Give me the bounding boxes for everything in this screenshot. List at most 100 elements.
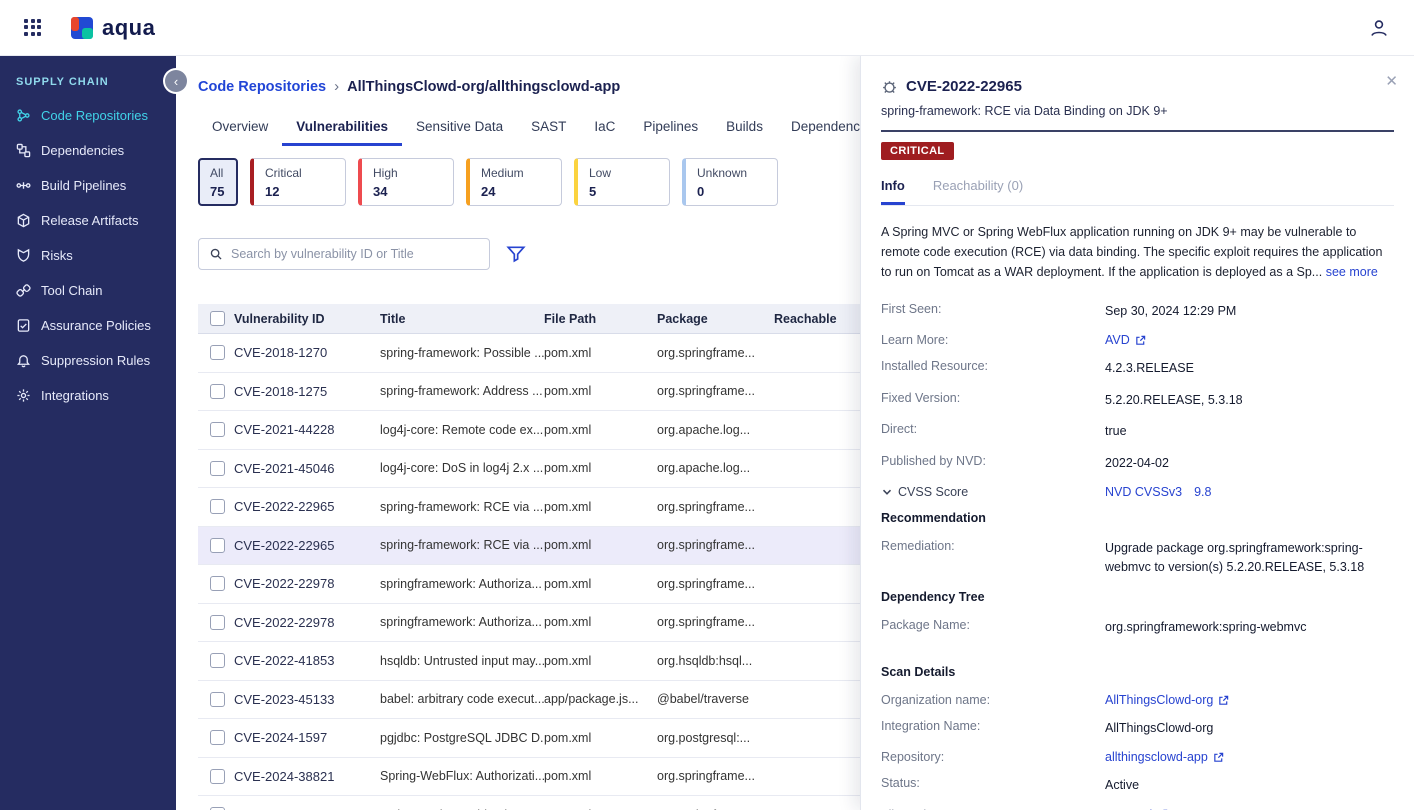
severity-count: 75 [210, 184, 225, 199]
table-row[interactable]: CVE-2021-44228 log4j-core: Remote code e… [198, 411, 866, 450]
filter-icon[interactable] [506, 244, 526, 264]
sidebar-item-dependencies[interactable]: Dependencies [0, 133, 176, 168]
sidebar-item-integrations[interactable]: Integrations [0, 378, 176, 413]
tab-iac[interactable]: IaC [580, 109, 629, 146]
avd-link[interactable]: AVD [1105, 333, 1146, 347]
sidebar-item-code-repositories[interactable]: Code Repositories [0, 98, 176, 133]
recommendation-heading: Recommendation [881, 510, 986, 525]
cvss-score-toggle[interactable]: CVSS Score [881, 485, 1105, 499]
table-row-selected[interactable]: CVE-2022-22965 spring-framework: RCE via… [198, 526, 866, 565]
sidebar-item-tool-chain[interactable]: Tool Chain [0, 273, 176, 308]
table-row[interactable]: CVE-2022-22978 springframework: Authoriz… [198, 565, 866, 604]
external-link-icon [1219, 695, 1229, 705]
table-row[interactable]: CVE-2024-1597 pgjdbc: PostgreSQL JDBC D.… [198, 719, 866, 758]
row-checkbox[interactable] [210, 383, 225, 399]
severity-count: 12 [265, 184, 280, 199]
row-checkbox[interactable] [210, 614, 225, 630]
user-account-icon[interactable] [1368, 17, 1390, 39]
table-row[interactable]: CVE-2018-1275 spring-framework: Address … [198, 372, 866, 411]
row-checkbox[interactable] [210, 691, 225, 707]
row-checkbox[interactable] [210, 653, 225, 669]
row-checkbox[interactable] [210, 768, 225, 784]
table-row[interactable]: CVE-2021-45046 log4j-core: DoS in log4j … [198, 449, 866, 488]
sidebar-item-suppression-rules[interactable]: Suppression Rules [0, 343, 176, 378]
column-header-package[interactable]: Package [657, 312, 774, 326]
table-row[interactable]: CVE-2022-22978 springframework: Authoriz… [198, 603, 866, 642]
field-package-name: Package Name: org.springframework:spring… [881, 617, 1307, 634]
sidebar: SUPPLY CHAIN Code Repositories Dependenc… [0, 56, 176, 810]
sidebar-item-label: Code Repositories [41, 108, 148, 123]
tab-sast[interactable]: SAST [517, 109, 580, 146]
external-link-icon [1214, 752, 1224, 762]
severity-label: Low [589, 166, 612, 180]
sidebar-item-assurance-policies[interactable]: Assurance Policies [0, 308, 176, 343]
breadcrumb-root-link[interactable]: Code Repositories [198, 79, 326, 95]
sidebar-section-title: SUPPLY CHAIN [16, 76, 109, 88]
dependencies-icon [16, 143, 31, 158]
column-header-file-path[interactable]: File Path [544, 312, 657, 326]
severity-label: Medium [481, 166, 524, 180]
code-repositories-icon [17, 109, 30, 122]
sidebar-item-label: Integrations [41, 388, 109, 403]
sidebar-collapse-button[interactable]: ‹ [165, 70, 187, 92]
severity-card-medium[interactable]: Medium 24 [466, 158, 562, 206]
column-header-vulnerability-id[interactable]: Vulnerability ID [234, 312, 380, 326]
row-checkbox[interactable] [210, 537, 225, 553]
organization-link[interactable]: AllThingsClowd-org [1105, 693, 1229, 707]
search-icon [210, 248, 222, 260]
chevron-down-icon [882, 489, 892, 495]
sidebar-item-build-pipelines[interactable]: Build Pipelines [0, 168, 176, 203]
row-checkbox[interactable] [210, 422, 225, 438]
row-checkbox[interactable] [210, 499, 225, 515]
severity-card-high[interactable]: High 34 [358, 158, 454, 206]
search-input[interactable] [231, 247, 479, 261]
see-more-link[interactable]: see more [1326, 265, 1378, 279]
topbar: aqua [0, 0, 1414, 56]
row-checkbox[interactable] [210, 345, 225, 361]
field-first-seen: First Seen: Sep 30, 2024 12:29 PM [881, 302, 1237, 318]
release-artifacts-icon [17, 213, 30, 228]
table-row[interactable]: CVE-2024-38821 Spring-WebFlux: Authoriza… [198, 757, 866, 796]
severity-badge: CRITICAL [881, 142, 954, 160]
tab-vulnerabilities[interactable]: Vulnerabilities [282, 109, 403, 146]
row-checkbox[interactable] [210, 576, 225, 592]
tab-builds[interactable]: Builds [712, 109, 777, 146]
severity-card-all[interactable]: All 75 [198, 158, 238, 206]
panel-tab-reachability[interactable]: Reachability (0) [933, 178, 1023, 205]
repository-link[interactable]: allthingsclowd-app [1105, 750, 1224, 764]
field-integration-name: Integration Name: AllThingsClowd-org [881, 719, 1214, 735]
severity-label: Unknown [697, 166, 748, 180]
severity-card-critical[interactable]: Critical 12 [250, 158, 346, 206]
field-remediation: Remediation: Upgrade package org.springf… [881, 538, 1365, 575]
table-row[interactable]: CVE-2023-45133 babel: arbitrary code exe… [198, 680, 866, 719]
table-row[interactable]: CVE-2022-22965 spring-framework: RCE via… [198, 488, 866, 527]
severity-card-low[interactable]: Low 5 [574, 158, 670, 206]
sidebar-item-release-artifacts[interactable]: Release Artifacts [0, 203, 176, 238]
row-checkbox[interactable] [210, 730, 225, 746]
aqua-logo: aqua [70, 15, 155, 41]
table-row[interactable]: CVE-2022-41853 hsqldb: Untrusted input m… [198, 642, 866, 681]
tab-sensitive-data[interactable]: Sensitive Data [402, 109, 517, 146]
sidebar-item-label: Tool Chain [41, 283, 103, 298]
tab-pipelines[interactable]: Pipelines [629, 109, 712, 146]
field-installed-resource: Installed Resource: 4.2.3.RELEASE [881, 359, 1194, 376]
table-row[interactable]: CVE-2016-5007 spring: Path matching inco… [198, 796, 866, 810]
nvd-cvssv3-link[interactable]: NVD CVSSv3 [1105, 485, 1182, 499]
suppression-rules-icon [17, 355, 30, 368]
table-row[interactable]: CVE-2018-1270 spring-framework: Possible… [198, 334, 866, 373]
sidebar-item-label: Risks [41, 248, 73, 263]
row-checkbox[interactable] [210, 460, 225, 476]
close-icon[interactable]: ✕ [1385, 72, 1398, 90]
severity-count: 5 [589, 184, 597, 199]
app-grid-icon[interactable] [24, 18, 42, 37]
select-all-checkbox[interactable] [210, 311, 225, 326]
column-header-reachable[interactable]: Reachable [774, 312, 866, 326]
tab-overview[interactable]: Overview [198, 109, 282, 146]
field-learn-more: Learn More: AVD [881, 333, 1394, 347]
panel-tab-info[interactable]: Info [881, 178, 905, 205]
severity-count: 24 [481, 184, 496, 199]
column-header-title[interactable]: Title [380, 312, 544, 326]
sidebar-item-risks[interactable]: Risks [0, 238, 176, 273]
assurance-policies-icon [17, 319, 30, 332]
severity-card-unknown[interactable]: Unknown 0 [682, 158, 778, 206]
